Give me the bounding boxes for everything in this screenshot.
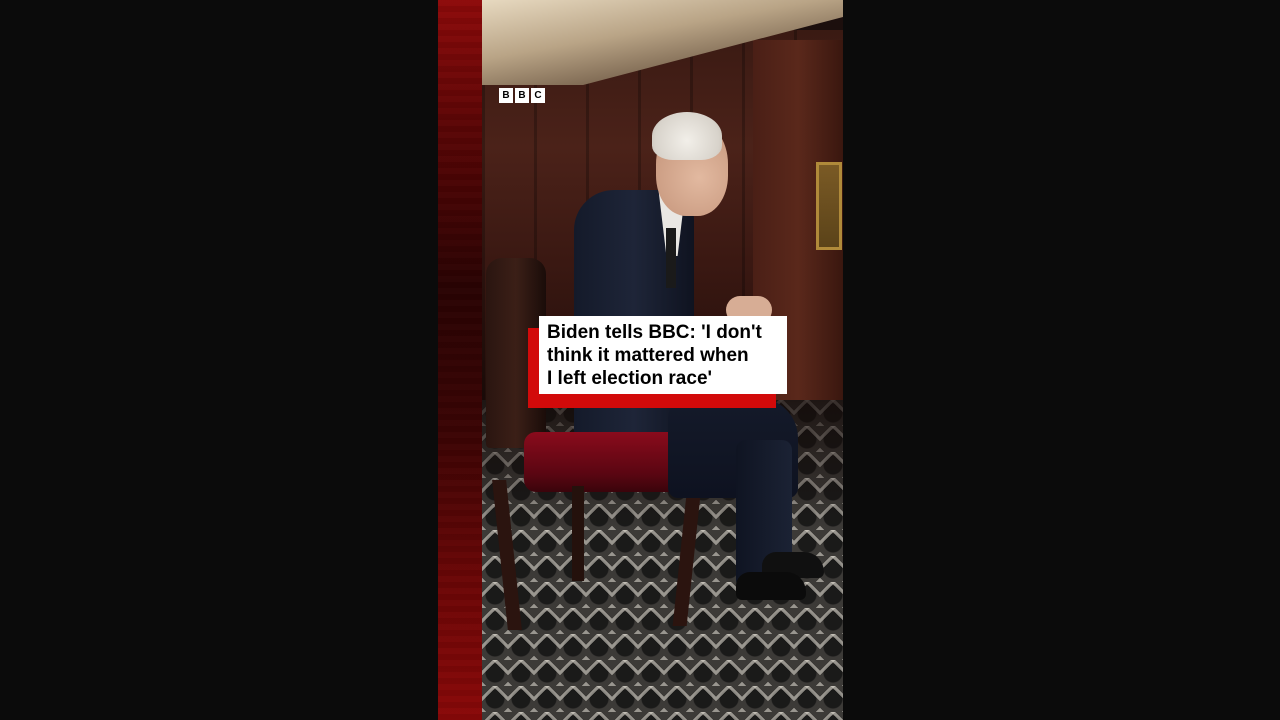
person-hair bbox=[652, 112, 722, 160]
framed-painting bbox=[816, 162, 842, 250]
headline-caption: Biden tells BBC: 'I don't think it matte… bbox=[539, 316, 787, 394]
chair-leg bbox=[572, 486, 584, 581]
logo-letter: C bbox=[531, 88, 545, 103]
logo-letter: B bbox=[515, 88, 529, 103]
bbc-logo: B B C bbox=[499, 88, 545, 103]
video-player[interactable]: B B C Biden tells BBC: 'I don't think it… bbox=[0, 0, 1280, 720]
red-graphic-stripe bbox=[438, 0, 482, 720]
headline-line: Biden tells BBC: 'I don't bbox=[547, 322, 762, 343]
headline-line: I left election race' bbox=[547, 368, 713, 389]
logo-letter: B bbox=[499, 88, 513, 103]
headline-line: think it mattered when bbox=[547, 345, 749, 366]
necktie bbox=[666, 228, 676, 288]
shoe bbox=[736, 572, 806, 600]
